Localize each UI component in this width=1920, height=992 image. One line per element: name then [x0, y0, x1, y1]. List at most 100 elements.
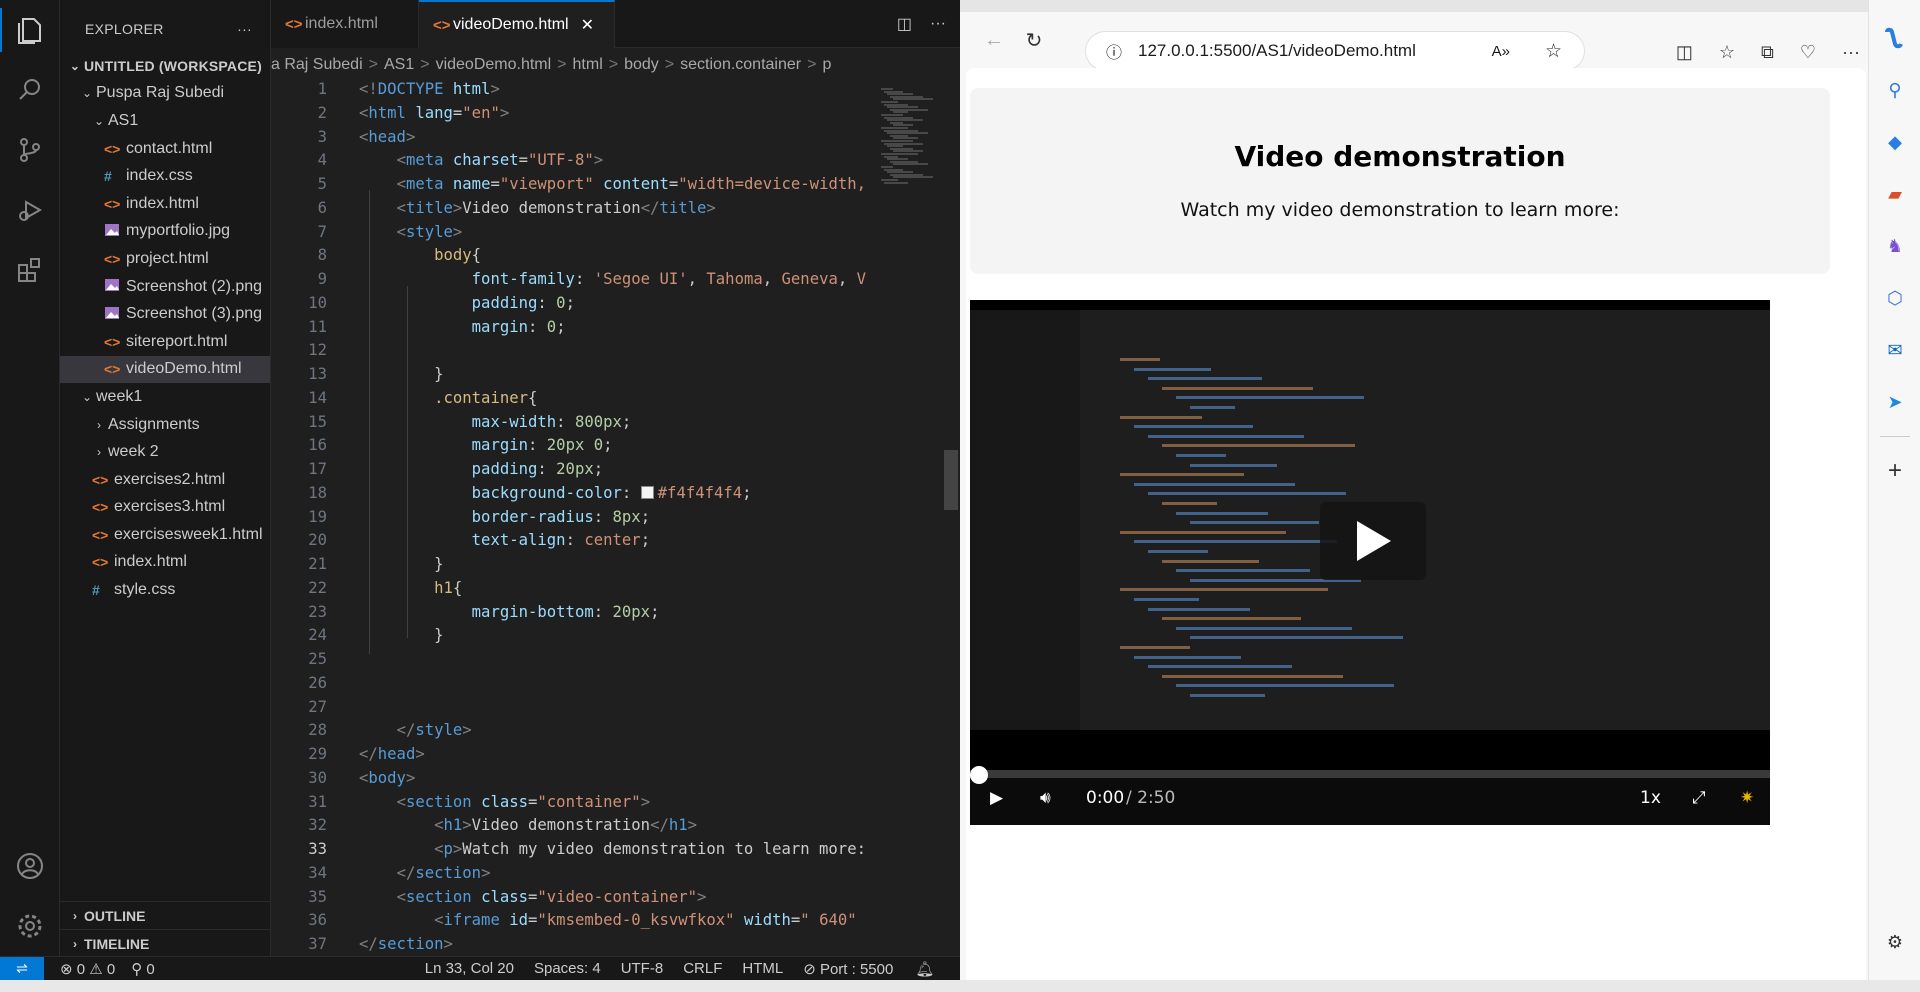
- code-line[interactable]: <body>: [359, 769, 415, 787]
- minimap[interactable]: [881, 78, 949, 956]
- more-actions-icon[interactable]: ···: [237, 21, 252, 37]
- code-line[interactable]: h1{: [359, 579, 462, 597]
- more-actions-icon[interactable]: ···: [930, 15, 946, 33]
- tab-videodemo-html[interactable]: <> videoDemo.html ✕: [419, 0, 615, 48]
- code-line[interactable]: .container{: [359, 389, 537, 407]
- split-editor-icon[interactable]: ◫: [897, 14, 912, 34]
- code-line[interactable]: font-family: 'Segoe UI', Tahoma, Geneva,…: [359, 270, 866, 288]
- folder-as1[interactable]: ⌄ AS1: [60, 107, 270, 135]
- breadcrumb-item[interactable]: section.container: [680, 56, 801, 74]
- kaltura-logo-icon[interactable]: ✷: [1740, 788, 1754, 808]
- code-line[interactable]: padding: 0;: [359, 294, 575, 312]
- settings-gear-icon[interactable]: [0, 896, 60, 956]
- progress-handle[interactable]: [970, 766, 988, 784]
- tab-index-html[interactable]: <> index.html: [271, 0, 419, 48]
- code-line[interactable]: }: [359, 365, 443, 383]
- collections-icon[interactable]: ⧉: [1761, 42, 1774, 63]
- split-screen-icon[interactable]: ◫: [1676, 42, 1693, 63]
- breadcrumb-item[interactable]: html: [573, 56, 603, 74]
- code-line[interactable]: }: [359, 626, 443, 644]
- shopping-tag-icon[interactable]: ◆: [1869, 116, 1920, 168]
- file-item[interactable]: <> videoDemo.html: [60, 355, 270, 384]
- file-item[interactable]: <> project.html: [60, 245, 270, 273]
- indentation[interactable]: Spaces: 4: [534, 960, 601, 977]
- file-item[interactable]: <> index.html: [60, 190, 270, 218]
- favorites-icon[interactable]: ☆: [1719, 42, 1735, 63]
- outlook-icon[interactable]: ✉: [1869, 324, 1920, 376]
- code-line[interactable]: <!DOCTYPE html>: [359, 80, 500, 98]
- live-server-port[interactable]: ⊘ Port : 5500: [803, 960, 893, 978]
- code-line[interactable]: <meta name="viewport" content="width=dev…: [359, 175, 866, 193]
- fullscreen-icon[interactable]: ⤢: [1692, 788, 1706, 808]
- cursor-position[interactable]: Ln 33, Col 20: [425, 960, 514, 977]
- code-line[interactable]: </head>: [359, 745, 425, 763]
- account-icon[interactable]: [0, 836, 60, 896]
- file-item[interactable]: # index.css: [60, 162, 270, 190]
- info-icon[interactable]: ⓘ: [1106, 39, 1122, 63]
- file-item[interactable]: # style.css: [60, 576, 270, 604]
- code-line[interactable]: <html lang="en">: [359, 104, 509, 122]
- color-swatch[interactable]: [640, 485, 654, 499]
- code-line[interactable]: max-width: 800px;: [359, 413, 632, 431]
- folder-week2[interactable]: › week 2: [60, 438, 270, 466]
- code-line[interactable]: <style>: [359, 223, 463, 241]
- drop-icon[interactable]: ➤: [1869, 376, 1920, 428]
- line-ending[interactable]: CRLF: [683, 960, 722, 977]
- refresh-icon[interactable]: ↻: [1014, 28, 1054, 53]
- breadcrumb-item[interactable]: body: [624, 56, 659, 74]
- breadcrumb-item[interactable]: AS1: [384, 56, 414, 74]
- ports-status[interactable]: ⚲ 0: [131, 960, 155, 978]
- code-line[interactable]: margin: 0;: [359, 318, 566, 336]
- code-line[interactable]: background-color: #f4f4f4f4;: [359, 484, 752, 502]
- encoding[interactable]: UTF-8: [621, 960, 664, 977]
- code-line[interactable]: border-radius: 8px;: [359, 508, 650, 526]
- code-line[interactable]: margin: 20px 0;: [359, 436, 613, 454]
- language-mode[interactable]: HTML: [742, 960, 783, 977]
- code-line[interactable]: <p>Watch my video demonstration to learn…: [359, 840, 866, 858]
- file-item[interactable]: <> exercises3.html: [60, 494, 270, 522]
- code-line[interactable]: </section>: [359, 935, 453, 953]
- breadcrumb-item[interactable]: videoDemo.html: [436, 56, 552, 74]
- timeline-section[interactable]: › TIMELINE: [60, 929, 271, 957]
- workspace-root[interactable]: ⌄ UNTITLED (WORKSPACE): [60, 52, 270, 80]
- file-item[interactable]: <> contact.html: [60, 135, 270, 163]
- breadcrumb-item[interactable]: p: [822, 56, 831, 74]
- explorer-icon[interactable]: [0, 0, 60, 60]
- code-line[interactable]: </section>: [359, 864, 491, 882]
- file-item[interactable]: myportfolio.jpg: [60, 218, 270, 246]
- file-item[interactable]: Screenshot (3).png: [60, 300, 270, 328]
- file-item[interactable]: Screenshot (2).png: [60, 273, 270, 301]
- games-icon[interactable]: ♞: [1869, 220, 1920, 272]
- run-debug-icon[interactable]: [0, 180, 60, 240]
- favorite-star-icon[interactable]: ☆: [1545, 40, 1562, 63]
- tools-briefcase-icon[interactable]: ▰: [1869, 168, 1920, 220]
- code-line[interactable]: <meta charset="UTF-8">: [359, 151, 604, 169]
- playback-speed[interactable]: 1x: [1640, 788, 1661, 808]
- close-icon[interactable]: ✕: [581, 15, 594, 35]
- folder-puspa[interactable]: ⌄ Puspa Raj Subedi: [60, 80, 270, 108]
- extensions-icon[interactable]: [0, 240, 60, 300]
- code-line[interactable]: body{: [359, 246, 481, 264]
- file-item[interactable]: <> exercisesweek1.html: [60, 521, 270, 549]
- code-editor[interactable]: 1 <!DOCTYPE html> 2 <html lang="en"> 3 <head>…: [271, 78, 891, 956]
- scrollbar[interactable]: [944, 450, 958, 510]
- code-line[interactable]: <section class="video-container">: [359, 888, 707, 906]
- code-line[interactable]: </style>: [359, 721, 472, 739]
- back-icon[interactable]: ←: [974, 29, 1014, 52]
- volume-icon[interactable]: 🔊︎: [1040, 788, 1051, 808]
- folder-assignments[interactable]: › Assignments: [60, 411, 270, 439]
- file-item[interactable]: <> exercises2.html: [60, 466, 270, 494]
- play-button[interactable]: [1320, 502, 1426, 580]
- add-icon[interactable]: +: [1869, 445, 1920, 497]
- code-line[interactable]: <head>: [359, 128, 415, 146]
- file-item[interactable]: <> index.html: [60, 549, 270, 577]
- source-control-icon[interactable]: [0, 120, 60, 180]
- remote-icon[interactable]: ⇌: [0, 956, 44, 981]
- code-line[interactable]: }: [359, 555, 443, 573]
- folder-week1[interactable]: ⌄ week1: [60, 383, 270, 411]
- address-bar[interactable]: ⓘ 127.0.0.1:5500/AS1/videoDemo.html A» ☆: [1086, 32, 1584, 70]
- code-line[interactable]: <title>Video demonstration</title>: [359, 199, 716, 217]
- code-line[interactable]: <section class="container">: [359, 793, 651, 811]
- code-line[interactable]: padding: 20px;: [359, 460, 603, 478]
- errors-status[interactable]: ⊗ 0 ⚠ 0: [60, 960, 115, 978]
